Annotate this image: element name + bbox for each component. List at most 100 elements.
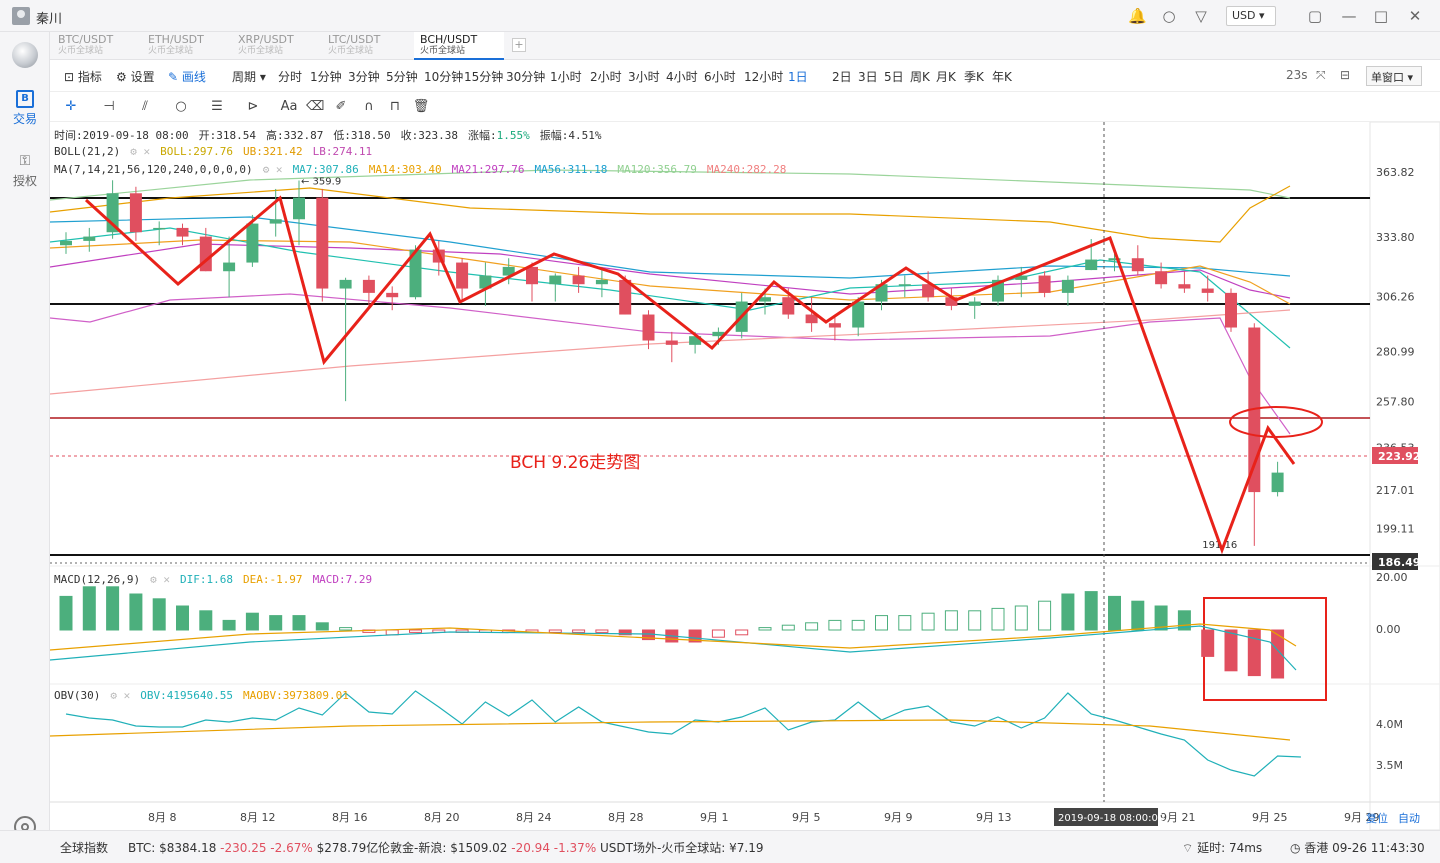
bell-icon[interactable]: 🔔 [1128, 7, 1147, 25]
trade-icon: B [16, 90, 34, 108]
macd-bar [991, 607, 1005, 631]
period-17[interactable]: 周K [910, 68, 930, 85]
brush-tool-icon[interactable]: ✐ [332, 98, 350, 116]
period-10[interactable]: 4小时 [666, 68, 698, 85]
pattern-tool-icon[interactable]: ⊳ [244, 98, 262, 116]
text-tool-icon[interactable]: Aa [280, 98, 298, 116]
macd-bar [82, 586, 96, 631]
tab-ltc-usdt[interactable]: LTC/USDT 火币全球站 [322, 32, 412, 60]
search-icon[interactable]: ○ [1160, 7, 1178, 25]
period-12[interactable]: 12小时 [744, 68, 783, 85]
crosshair-tool-icon[interactable]: ✛ [62, 98, 80, 116]
minimize-icon[interactable]: — [1340, 7, 1358, 25]
trendline-tool-icon[interactable]: ⫽ [136, 98, 154, 116]
nav-item-trade[interactable]: B 交易 [0, 90, 50, 127]
close-icon[interactable]: ✕ [1406, 7, 1424, 25]
period-9[interactable]: 3小时 [628, 68, 660, 85]
maximize-icon[interactable]: □ [1372, 7, 1390, 25]
macd-bar [921, 612, 935, 631]
period-4[interactable]: 10分钟 [424, 68, 463, 85]
nav-item-auth[interactable]: ⚿ 授权 [0, 152, 50, 189]
tab-exchange: 火币全球站 [58, 46, 104, 56]
currency-select[interactable]: USD ▾ [1226, 6, 1276, 26]
window-mode-select[interactable]: 单窗口 ▾ [1366, 66, 1422, 86]
chart-area[interactable]: 363.82333.80306.26280.99257.80236.53217.… [50, 122, 1440, 830]
price-axis-label: 363.82 [1376, 166, 1415, 179]
kline-chart-svg[interactable]: 363.82333.80306.26280.99257.80236.53217.… [50, 122, 1440, 830]
lock-tool-icon[interactable]: ⊓ [386, 98, 404, 116]
expand-icon[interactable]: ▢ [1306, 7, 1324, 25]
tab-eth-usdt[interactable]: ETH/USDT 火币全球站 [142, 32, 232, 60]
add-tab-button[interactable]: + [512, 38, 526, 52]
fullscreen-icon[interactable]: ⤧ [1316, 68, 1326, 83]
period-8[interactable]: 2小时 [590, 68, 622, 85]
magnet-tool-icon[interactable]: ∩ [360, 98, 378, 116]
obv-axis-label: 3.5M [1376, 759, 1403, 772]
global-index-label[interactable]: 全球指数 [60, 839, 108, 856]
period-16[interactable]: 5日 [884, 68, 904, 85]
status-bar: 全球指数 BTC: $8384.18 -230.25 -2.67% $278.7… [0, 830, 1440, 863]
macd-bar [176, 605, 189, 631]
period-15[interactable]: 3日 [858, 68, 878, 85]
tab-xrp-usdt[interactable]: XRP/USDT 火币全球站 [232, 32, 322, 60]
macd-bar [875, 615, 888, 631]
draw-button[interactable]: ✎ 画线 [168, 68, 206, 85]
indicator-settings-icon[interactable]: ⚙ ✕ [150, 573, 170, 586]
boll-value: BOLL:297.76 [160, 145, 233, 158]
period-18[interactable]: 月K [936, 68, 956, 85]
macd-bar [1201, 629, 1215, 657]
macd-dea: DEA:-1.97 [242, 573, 303, 586]
period-2[interactable]: 3分钟 [348, 68, 380, 85]
tab-pair: XRP/USDT [238, 33, 294, 46]
period-20[interactable]: 年K [992, 68, 1012, 85]
macd-axis-label: 20.00 [1376, 571, 1408, 584]
macd-bar [292, 615, 306, 631]
info-amplitude: 振幅:4.51% [539, 129, 602, 142]
settings-button[interactable]: ⚙ 设置 [116, 68, 155, 85]
collapse-icon[interactable]: ⊟ [1340, 68, 1350, 82]
trash-icon[interactable]: 🗑 [412, 98, 430, 116]
period-dropdown[interactable]: 周期 ▾ [232, 68, 266, 85]
indicator-button[interactable]: ⊡ 指标 [64, 68, 102, 85]
candle-body [293, 197, 305, 220]
period-1[interactable]: 1分钟 [310, 68, 342, 85]
tab-btc-usdt[interactable]: BTC/USDT 火币全球站 [52, 32, 142, 60]
tab-pair: BTC/USDT [58, 33, 114, 46]
indicator-settings-icon[interactable]: ⚙ ✕ [263, 163, 283, 176]
circle-tool-icon[interactable]: ○ [172, 98, 190, 116]
indicator-settings-icon[interactable]: ⚙ ✕ [130, 145, 150, 158]
shirt-icon[interactable]: ▽ [1192, 7, 1210, 25]
period-3[interactable]: 5分钟 [386, 68, 418, 85]
period-7[interactable]: 1小时 [550, 68, 582, 85]
date-axis-label: 9月 9 [884, 811, 913, 824]
avatar[interactable] [12, 7, 30, 25]
fib-tool-icon[interactable]: ☰ [208, 98, 226, 116]
period-6[interactable]: 30分钟 [506, 68, 545, 85]
ma21-line [50, 243, 1291, 299]
period-13[interactable]: 1日 [788, 68, 808, 85]
nav-auth-label: 授权 [12, 174, 37, 188]
period-14[interactable]: 2日 [832, 68, 852, 85]
maobv-value: MAOBV:3973809.01 [242, 689, 349, 702]
candle-body [1155, 271, 1168, 285]
info-low: 低:318.50 [333, 129, 391, 142]
eraser-tool-icon[interactable]: ⌫ [306, 98, 324, 116]
candle-body [246, 223, 259, 263]
period-0[interactable]: 分时 [278, 68, 302, 85]
annotation-circle [1229, 406, 1323, 438]
boll-label: BOLL(21,2) [54, 145, 121, 158]
hline-tool-icon[interactable]: ⊣ [100, 98, 118, 116]
info-close: 收:323.38 [400, 129, 459, 142]
period-11[interactable]: 6小时 [704, 68, 736, 85]
left-navigation: B 交易 ⚿ 授权 [0, 32, 50, 838]
gear-icon: ⚙ [116, 70, 127, 84]
date-axis-label: 8月 16 [332, 811, 368, 824]
tab-bch-usdt[interactable]: BCH/USDT 火币全球站 [414, 32, 504, 60]
period-19[interactable]: 季K [964, 68, 984, 85]
candle-body [176, 227, 189, 237]
user-name[interactable]: 秦川 [36, 8, 62, 27]
ma-label: MA(7,14,21,56,120,240,0,0,0,0) [54, 163, 253, 176]
indicator-settings-icon[interactable]: ⚙ ✕ [110, 689, 130, 702]
period-5[interactable]: 15分钟 [464, 68, 503, 85]
candle-body [549, 275, 562, 285]
